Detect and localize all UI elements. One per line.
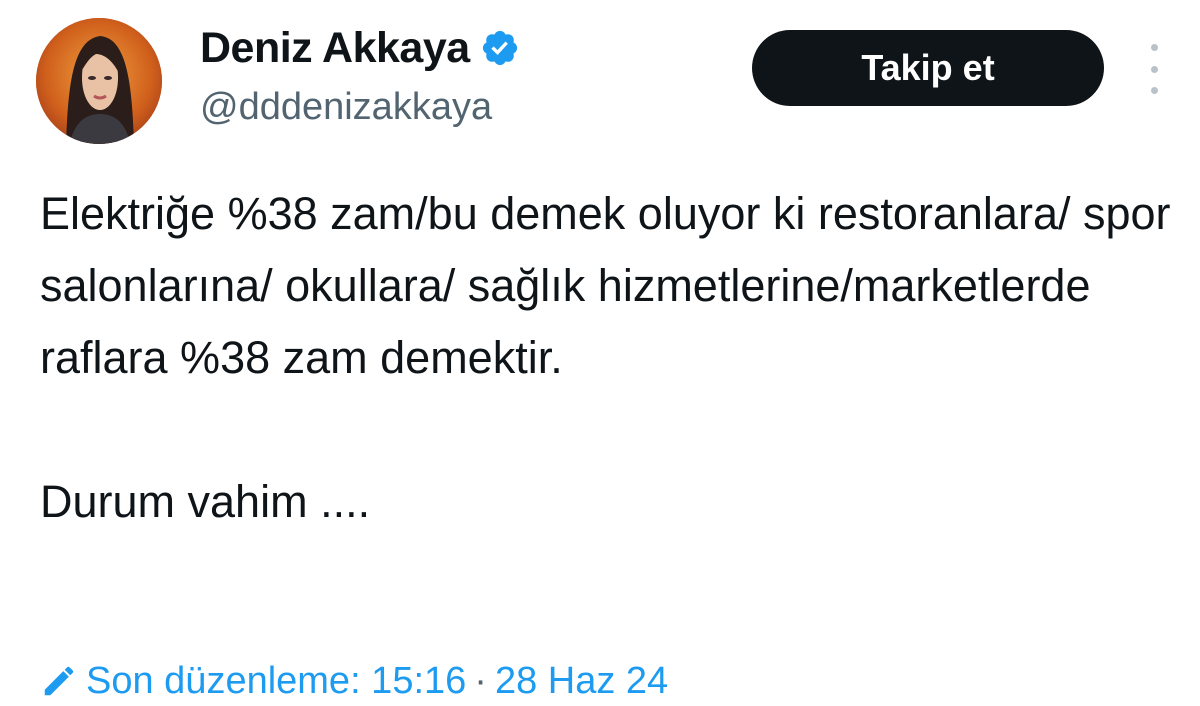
tweet-closing-line: Durum vahim .... [40,476,371,527]
avatar[interactable] [36,18,162,144]
more-dot [1150,44,1158,51]
author-display-name[interactable]: Deniz Akkaya [200,22,470,74]
tweet-date-link[interactable]: 28 Haz 24 [495,656,668,706]
tweet-meta: Son düzenleme: 15:16 · 28 Haz 24 [40,656,668,706]
follow-button[interactable]: Takip et [752,30,1104,106]
more-vertical-icon[interactable] [1142,44,1166,94]
pencil-icon [44,666,74,696]
author-name-row: Deniz Akkaya [200,22,520,74]
author-handle[interactable]: @dddenizakkaya [200,84,492,130]
verified-badge-icon [482,30,517,66]
tweet-body: Elektriğe %38 zam/bu demek oluyor ki res… [40,188,1171,383]
edited-timestamp-link[interactable]: Son düzenleme: 15:16 [86,656,466,706]
more-dot [1150,65,1158,73]
tweet-text: Elektriğe %38 zam/bu demek oluyor ki res… [40,178,1180,538]
more-dot [1150,87,1158,94]
avatar-illustration [36,18,162,144]
meta-separator: · [474,660,487,702]
